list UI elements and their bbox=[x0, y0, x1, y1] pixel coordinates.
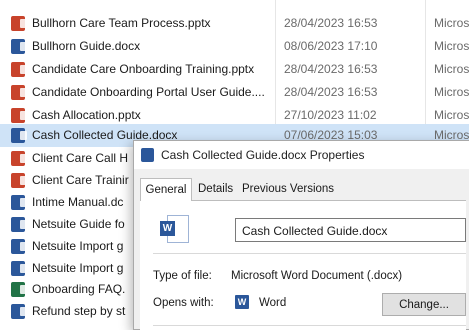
dialog-tabs: General Details Previous Versions bbox=[140, 178, 469, 201]
opens-with-value: Word bbox=[259, 297, 287, 309]
file-name: Cash Allocation.pptx bbox=[32, 108, 141, 122]
tab-previous-versions[interactable]: Previous Versions bbox=[238, 179, 338, 199]
file-name: Client Care Trainir bbox=[32, 173, 129, 187]
excel-icon bbox=[11, 282, 27, 297]
change-button[interactable]: Change... bbox=[382, 293, 466, 316]
file-row[interactable]: Candidate Onboarding Portal User Guide..… bbox=[0, 81, 469, 104]
file-date: 28/04/2023 16:53 bbox=[284, 62, 378, 76]
file-type: Micros bbox=[434, 39, 469, 53]
file-row[interactable]: Bullhorn Guide.docx 08/06/2023 17:10 Mic… bbox=[0, 35, 469, 58]
powerpoint-icon bbox=[11, 16, 27, 31]
powerpoint-icon bbox=[11, 85, 27, 100]
file-type: Micros bbox=[434, 16, 469, 30]
powerpoint-icon bbox=[11, 151, 27, 166]
file-name: Netsuite Import g bbox=[32, 239, 124, 253]
type-of-file-label: Type of file: bbox=[153, 270, 212, 282]
file-type: Micros bbox=[434, 62, 469, 76]
file-name: Bullhorn Guide.docx bbox=[32, 39, 141, 53]
file-name: Onboarding FAQ. bbox=[32, 282, 126, 296]
file-name-field[interactable]: Cash Collected Guide.docx bbox=[235, 218, 466, 242]
powerpoint-icon bbox=[11, 62, 27, 77]
file-name: Client Care Call H bbox=[32, 151, 129, 165]
file-name: Candidate Care Onboarding Training.pptx bbox=[32, 62, 255, 76]
divider bbox=[153, 325, 466, 326]
word-document-icon: W bbox=[160, 215, 189, 243]
file-type: Micros bbox=[434, 85, 469, 99]
file-name: Candidate Onboarding Portal User Guide..… bbox=[32, 85, 265, 99]
file-row[interactable]: Bullhorn Care Team Process.pptx 28/04/20… bbox=[0, 12, 469, 35]
word-icon bbox=[11, 239, 27, 254]
file-date: 27/10/2023 11:02 bbox=[284, 108, 377, 122]
file-row[interactable]: Candidate Care Onboarding Training.pptx … bbox=[0, 58, 469, 81]
word-icon bbox=[11, 39, 27, 54]
file-date: 28/04/2023 16:53 bbox=[284, 85, 378, 99]
file-date: 08/06/2023 17:10 bbox=[284, 39, 378, 53]
properties-dialog: Cash Collected Guide.docx Properties Gen… bbox=[133, 140, 469, 330]
dialog-titlebar[interactable]: Cash Collected Guide.docx Properties bbox=[134, 141, 469, 169]
general-panel: W Cash Collected Guide.docx Type of file… bbox=[140, 200, 466, 330]
powerpoint-icon bbox=[11, 173, 27, 188]
word-icon bbox=[11, 217, 27, 232]
file-type: Micros bbox=[434, 108, 469, 122]
word-icon bbox=[141, 148, 154, 162]
word-app-icon: W bbox=[235, 295, 249, 309]
tab-general[interactable]: General bbox=[140, 178, 192, 201]
file-name: Intime Manual.dc bbox=[32, 195, 124, 209]
file-name: Refund step by st bbox=[32, 304, 126, 318]
word-icon bbox=[11, 195, 27, 210]
file-name: Bullhorn Care Team Process.pptx bbox=[32, 16, 211, 30]
file-name: Netsuite Import g bbox=[32, 261, 124, 275]
word-badge-icon: W bbox=[160, 221, 175, 236]
word-icon bbox=[11, 304, 27, 319]
type-of-file-value: Microsoft Word Document (.docx) bbox=[231, 270, 403, 282]
powerpoint-icon bbox=[11, 108, 27, 123]
tab-details[interactable]: Details bbox=[194, 179, 237, 199]
word-icon bbox=[11, 261, 27, 276]
file-name: Netsuite Guide fo bbox=[32, 217, 125, 231]
divider bbox=[153, 253, 466, 254]
dialog-title: Cash Collected Guide.docx Properties bbox=[161, 148, 365, 162]
file-date: 28/04/2023 16:53 bbox=[284, 16, 378, 30]
word-icon bbox=[11, 128, 27, 143]
opens-with-label: Opens with: bbox=[153, 297, 214, 309]
